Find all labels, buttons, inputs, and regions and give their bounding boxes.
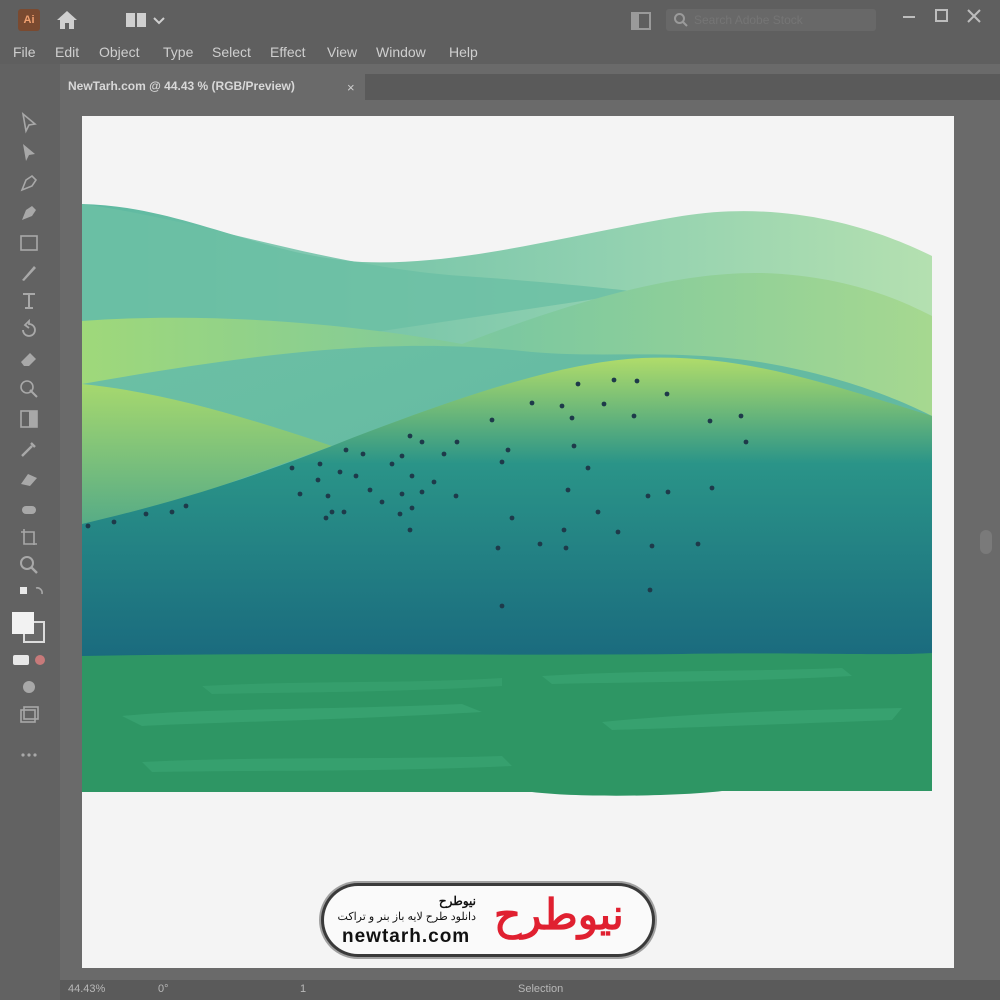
gradient-tool-icon[interactable] [18, 408, 40, 430]
shape-builder-tool-icon[interactable] [18, 378, 40, 400]
direct-selection-tool-icon[interactable] [18, 142, 40, 164]
artboard-number[interactable]: 1 [300, 983, 306, 995]
paintbrush-tool-icon[interactable] [18, 262, 40, 284]
menu-effect[interactable]: Effect [270, 44, 306, 60]
title-bar: Ai [0, 0, 1000, 42]
workspace-switcher-button[interactable] [124, 10, 172, 30]
menu-file[interactable]: File [13, 44, 36, 60]
search-stock-field[interactable] [666, 9, 876, 31]
symbol-sprayer-tool-icon[interactable] [18, 498, 40, 520]
rotate-tool-icon[interactable] [18, 318, 40, 340]
document-tab[interactable]: NewTarh.com @ 44.43 % (RGB/Preview) × [60, 74, 365, 100]
artboard-tool-icon[interactable] [18, 526, 40, 548]
vertical-scrollbar[interactable] [980, 530, 992, 554]
tools-panel [0, 64, 60, 1000]
brand-url: newtarh.com [342, 926, 471, 947]
artboard[interactable] [82, 116, 954, 968]
app-logo: Ai [18, 9, 40, 31]
type-tool-icon[interactable] [18, 290, 40, 312]
menu-bar: File Edit Object Type Select Effect View… [0, 42, 1000, 64]
brand-watermark: نیوطرح نیوطرح دانلود طرح لایه باز بنر و … [324, 886, 652, 954]
arrange-documents-icon[interactable] [630, 11, 652, 36]
close-window-button[interactable] [960, 6, 988, 26]
menu-type[interactable]: Type [163, 44, 193, 60]
menu-object[interactable]: Object [99, 44, 139, 60]
draw-inside-icon[interactable] [18, 676, 40, 698]
selection-tool-icon[interactable] [18, 111, 40, 134]
document-tab-bar: NewTarh.com @ 44.43 % (RGB/Preview) × [60, 74, 1000, 100]
blend-tool-icon[interactable] [18, 468, 40, 490]
document-tab-label: NewTarh.com @ 44.43 % (RGB/Preview) [68, 79, 295, 93]
zoom-tool-icon[interactable] [18, 554, 40, 576]
menu-select[interactable]: Select [212, 44, 251, 60]
more-tools-icon[interactable] [18, 744, 40, 766]
minimize-button[interactable] [895, 6, 923, 26]
eraser-tool-icon[interactable] [18, 348, 40, 370]
default-colors-icon[interactable] [18, 584, 43, 606]
brand-logo-word: نیوطرح [494, 891, 626, 938]
menu-help[interactable]: Help [449, 44, 478, 60]
menu-window[interactable]: Window [376, 44, 426, 60]
search-icon [674, 13, 688, 27]
draw-mode-icon[interactable] [12, 652, 48, 668]
current-tool-status[interactable]: Selection [518, 983, 563, 995]
fill-stroke-icon[interactable] [10, 610, 50, 644]
landscape-artwork[interactable] [82, 116, 954, 968]
rectangle-tool-icon[interactable] [18, 232, 40, 254]
menu-edit[interactable]: Edit [55, 44, 79, 60]
search-input[interactable] [694, 11, 869, 29]
curvature-tool-icon[interactable] [18, 202, 40, 224]
status-bar: 44.43% 0° 1 Selection [60, 980, 1000, 1000]
home-icon[interactable] [54, 8, 80, 37]
pen-tool-icon[interactable] [18, 172, 40, 194]
brand-title: نیوطرح [438, 894, 476, 908]
screen-mode-icon[interactable] [18, 704, 40, 726]
maximize-button[interactable] [928, 6, 956, 26]
rotation-angle[interactable]: 0° [158, 983, 169, 995]
menu-view[interactable]: View [327, 44, 357, 60]
eyedropper-tool-icon[interactable] [18, 438, 40, 460]
zoom-level[interactable]: 44.43% [68, 983, 105, 995]
brand-subtitle: دانلود طرح لایه باز بنر و تراکت [337, 911, 476, 923]
close-icon[interactable]: × [347, 80, 355, 95]
